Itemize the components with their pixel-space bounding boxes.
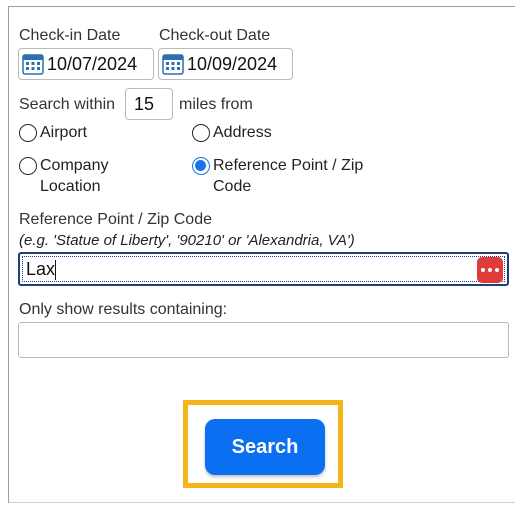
radio-airport-label: Airport bbox=[40, 124, 88, 141]
calendar-icon[interactable] bbox=[22, 53, 44, 75]
checkin-date-value: 10/07/2024 bbox=[47, 53, 138, 74]
reference-point-input[interactable]: Lax bbox=[18, 252, 509, 286]
miles-from-label: miles from bbox=[179, 96, 253, 113]
radio-airport[interactable] bbox=[19, 124, 37, 142]
radio-reference-label-line1: Reference Point / Zip bbox=[213, 157, 364, 174]
checkout-date-field[interactable]: 10/09/2024 bbox=[158, 48, 293, 80]
radio-reference-label-line2: Code bbox=[213, 178, 252, 195]
password-manager-icon[interactable] bbox=[477, 257, 503, 283]
filter-input[interactable] bbox=[18, 322, 509, 358]
filter-label: Only show results containing: bbox=[19, 301, 228, 318]
reference-point-hint: (e.g. 'Statue of Liberty', '90210' or 'A… bbox=[19, 232, 355, 249]
radio-reference-point[interactable] bbox=[192, 157, 210, 175]
radius-input[interactable]: 15 bbox=[125, 88, 173, 120]
radio-company-label-line2: Location bbox=[40, 178, 101, 195]
calendar-icon[interactable] bbox=[162, 53, 184, 75]
checkin-date-field[interactable]: 10/07/2024 bbox=[18, 48, 154, 80]
radio-company-label-line1: Company bbox=[40, 157, 109, 174]
checkout-label: Check-out Date bbox=[159, 27, 271, 44]
radio-company-location[interactable] bbox=[19, 157, 37, 175]
search-within-label: Search within bbox=[19, 96, 116, 113]
text-caret bbox=[55, 260, 56, 280]
reference-point-label: Reference Point / Zip Code bbox=[19, 211, 212, 228]
search-button[interactable]: Search bbox=[205, 419, 325, 475]
checkout-date-value: 10/09/2024 bbox=[187, 53, 278, 74]
radio-address-label: Address bbox=[213, 124, 272, 141]
checkin-label: Check-in Date bbox=[19, 27, 121, 44]
reference-point-value: Lax bbox=[26, 259, 56, 279]
radio-address[interactable] bbox=[192, 124, 210, 142]
